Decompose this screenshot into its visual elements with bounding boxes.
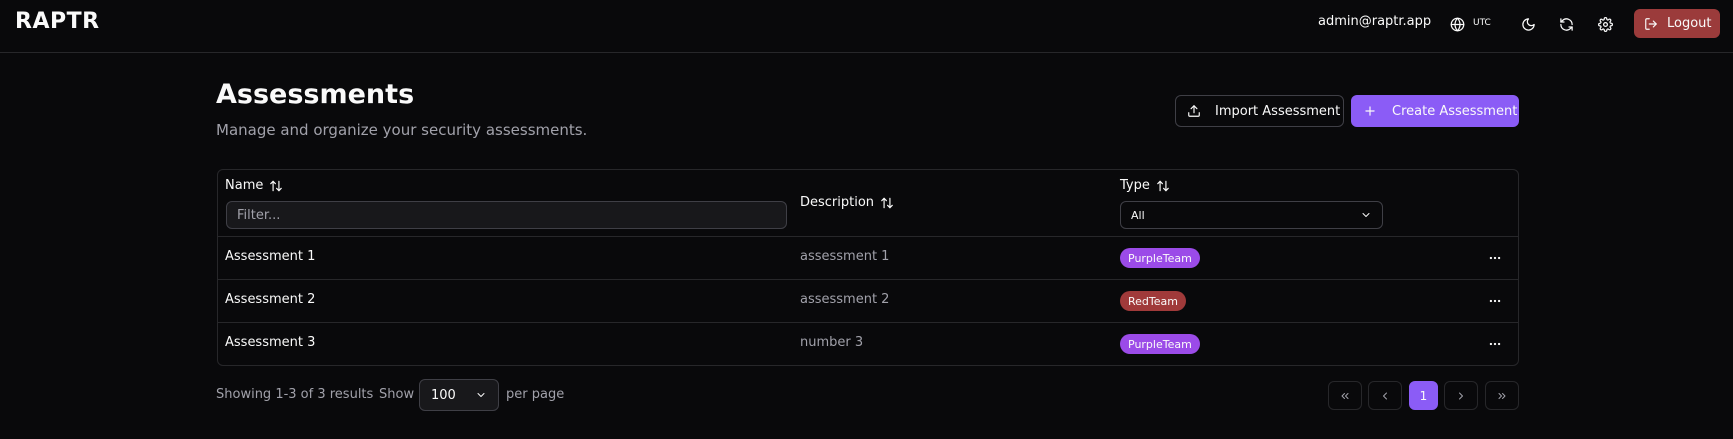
column-header-name[interactable]: Name — [225, 178, 283, 193]
import-assessment-button[interactable]: Import Assessment — [1175, 95, 1344, 127]
table-row[interactable]: Assessment 3 number 3 PurpleTeam — [218, 323, 1518, 365]
last-page-button[interactable] — [1485, 381, 1519, 410]
page-title: Assessments — [216, 79, 415, 110]
assessments-table: Name Description Type — [217, 169, 1519, 366]
table-row[interactable]: Assessment 2 assessment 2 RedTeam — [218, 280, 1518, 323]
chevron-down-icon — [475, 389, 487, 401]
more-actions-icon[interactable] — [1485, 248, 1505, 268]
show-label: Show — [379, 387, 415, 402]
type-filter-value: All — [1131, 208, 1145, 222]
create-assessment-button[interactable]: Create Assessment — [1351, 95, 1519, 127]
type-badge: PurpleTeam — [1120, 334, 1200, 354]
moon-icon[interactable] — [1517, 13, 1539, 35]
column-header-description-label: Description — [800, 195, 875, 210]
next-page-button[interactable] — [1444, 381, 1478, 410]
table-row[interactable]: Assessment 1 assessment 1 PurpleTeam — [218, 237, 1518, 280]
logout-label: Logout — [1667, 16, 1712, 31]
per-page-label: per page — [506, 387, 565, 402]
plus-icon — [1363, 104, 1377, 118]
logout-button[interactable]: Logout — [1634, 9, 1720, 38]
per-page-select[interactable]: 100 — [419, 379, 499, 411]
app-logo[interactable]: RAPTR — [15, 9, 100, 34]
page-subtitle: Manage and organize your security assess… — [216, 121, 588, 139]
chevron-right-icon — [1455, 390, 1467, 402]
chevrons-right-icon — [1496, 390, 1508, 402]
top-navbar: RAPTR admin@raptr.app UTC Logout — [0, 0, 1733, 53]
assessment-name[interactable]: Assessment 1 — [225, 249, 315, 264]
column-header-type-label: Type — [1120, 178, 1150, 193]
page-1-button[interactable]: 1 — [1409, 381, 1438, 410]
logout-icon — [1644, 17, 1658, 31]
chevrons-left-icon — [1339, 390, 1351, 402]
type-badge: RedTeam — [1120, 291, 1186, 311]
sort-icon — [269, 179, 283, 193]
upload-icon — [1187, 104, 1201, 118]
assessment-description: number 3 — [800, 335, 864, 350]
name-filter-input[interactable] — [226, 201, 787, 229]
chevron-left-icon — [1379, 390, 1391, 402]
previous-page-button[interactable] — [1368, 381, 1402, 410]
more-actions-icon[interactable] — [1485, 291, 1505, 311]
assessment-description: assessment 1 — [800, 249, 890, 264]
per-page-value: 100 — [431, 387, 456, 403]
sort-icon — [880, 196, 894, 210]
globe-icon[interactable] — [1446, 13, 1468, 35]
user-email: admin@raptr.app — [1318, 14, 1432, 29]
import-assessment-label: Import Assessment — [1215, 103, 1341, 119]
assessment-name[interactable]: Assessment 2 — [225, 292, 315, 307]
results-summary: Showing 1-3 of 3 results — [216, 387, 374, 402]
create-assessment-label: Create Assessment — [1392, 103, 1518, 119]
timezone-label[interactable]: UTC — [1473, 18, 1491, 28]
more-actions-icon[interactable] — [1485, 334, 1505, 354]
assessment-name[interactable]: Assessment 3 — [225, 335, 315, 350]
chevron-down-icon — [1360, 209, 1372, 221]
assessment-description: assessment 2 — [800, 292, 890, 307]
sort-icon — [1156, 179, 1170, 193]
table-header: Name Description Type — [218, 170, 1518, 237]
gear-icon[interactable] — [1594, 13, 1616, 35]
type-filter-select[interactable]: All — [1120, 201, 1383, 229]
column-header-type[interactable]: Type — [1120, 178, 1170, 193]
column-header-description[interactable]: Description — [800, 195, 894, 210]
refresh-icon[interactable] — [1555, 13, 1577, 35]
first-page-button[interactable] — [1328, 381, 1362, 410]
column-header-name-label: Name — [225, 178, 264, 193]
type-badge: PurpleTeam — [1120, 248, 1200, 268]
